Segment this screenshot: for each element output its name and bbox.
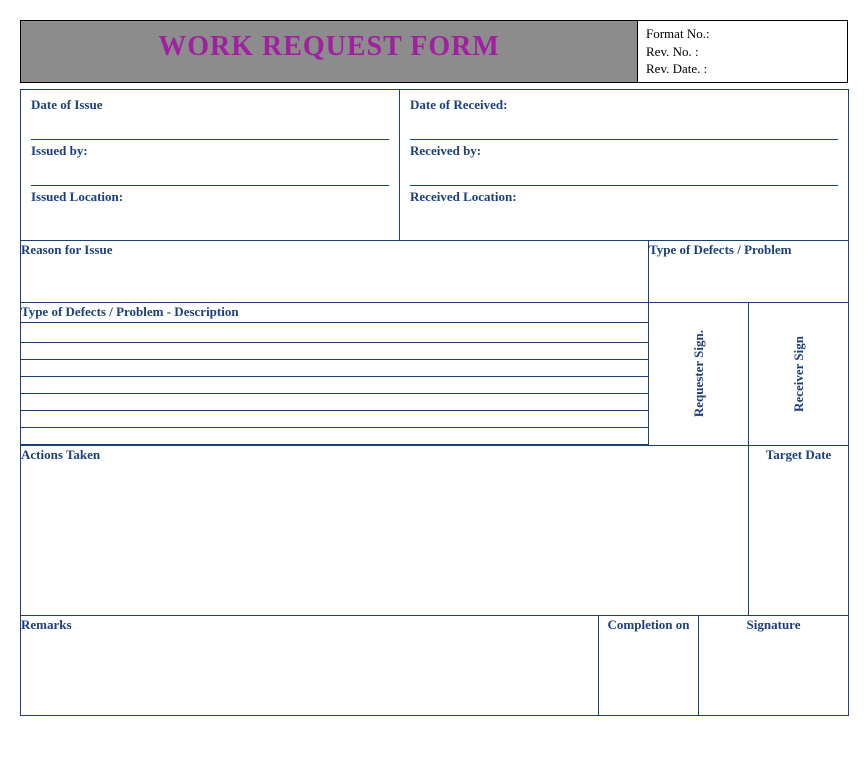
- type-of-defects-label: Type of Defects / Problem: [649, 242, 791, 257]
- actions-taken-label: Actions Taken: [21, 447, 100, 462]
- date-of-issue-field[interactable]: [31, 118, 389, 140]
- issued-by-field[interactable]: [31, 164, 389, 186]
- date-of-received-field[interactable]: [410, 118, 838, 140]
- description-label: Type of Defects / Problem - Description: [21, 304, 239, 319]
- requester-sign-cell[interactable]: Requester Sign.: [649, 302, 749, 445]
- actions-taken-cell[interactable]: Actions Taken: [21, 445, 749, 615]
- rev-no-label: Rev. No. :: [646, 43, 839, 61]
- type-of-defects-cell[interactable]: Type of Defects / Problem: [649, 240, 849, 302]
- received-location-label: Received Location:: [410, 189, 517, 204]
- description-lines[interactable]: [21, 326, 648, 445]
- rev-date-label: Rev. Date. :: [646, 60, 839, 78]
- completion-on-cell[interactable]: Completion on: [599, 615, 699, 715]
- signature-cell[interactable]: Signature: [699, 615, 849, 715]
- target-date-label: Target Date: [766, 447, 832, 462]
- reason-for-issue-label: Reason for Issue: [21, 242, 113, 257]
- receiver-sign-label: Receiver Sign: [791, 326, 807, 422]
- format-no-label: Format No.:: [646, 25, 839, 43]
- remarks-cell[interactable]: Remarks: [21, 615, 599, 715]
- meta-cell: Format No.: Rev. No. : Rev. Date. :: [637, 21, 847, 82]
- requester-sign-label: Requester Sign.: [691, 320, 707, 427]
- form-title: WORK REQUEST FORM: [158, 31, 500, 62]
- target-date-cell[interactable]: Target Date: [749, 445, 849, 615]
- title-cell: WORK REQUEST FORM: [21, 21, 637, 82]
- reason-for-issue-cell[interactable]: Reason for Issue: [21, 240, 649, 302]
- received-by-label: Received by:: [410, 143, 481, 158]
- main-table: Date of Issue Issued by: Issued Location…: [20, 89, 849, 716]
- signature-label: Signature: [747, 617, 801, 632]
- issued-by-label: Issued by:: [31, 143, 88, 158]
- remarks-label: Remarks: [21, 617, 72, 632]
- received-by-field[interactable]: [410, 164, 838, 186]
- date-of-received-label: Date of Received:: [410, 97, 507, 112]
- receiver-sign-cell[interactable]: Receiver Sign: [749, 302, 849, 445]
- description-cell[interactable]: Type of Defects / Problem - Description: [21, 302, 649, 445]
- completion-on-label: Completion on: [608, 617, 690, 632]
- header-row: WORK REQUEST FORM Format No.: Rev. No. :…: [20, 20, 848, 83]
- issue-info-cell[interactable]: Date of Issue Issued by: Issued Location…: [21, 89, 400, 240]
- work-request-form: WORK REQUEST FORM Format No.: Rev. No. :…: [20, 20, 848, 716]
- received-info-cell[interactable]: Date of Received: Received by: Received …: [400, 89, 849, 240]
- issued-location-label: Issued Location:: [31, 189, 123, 204]
- date-of-issue-label: Date of Issue: [31, 97, 103, 112]
